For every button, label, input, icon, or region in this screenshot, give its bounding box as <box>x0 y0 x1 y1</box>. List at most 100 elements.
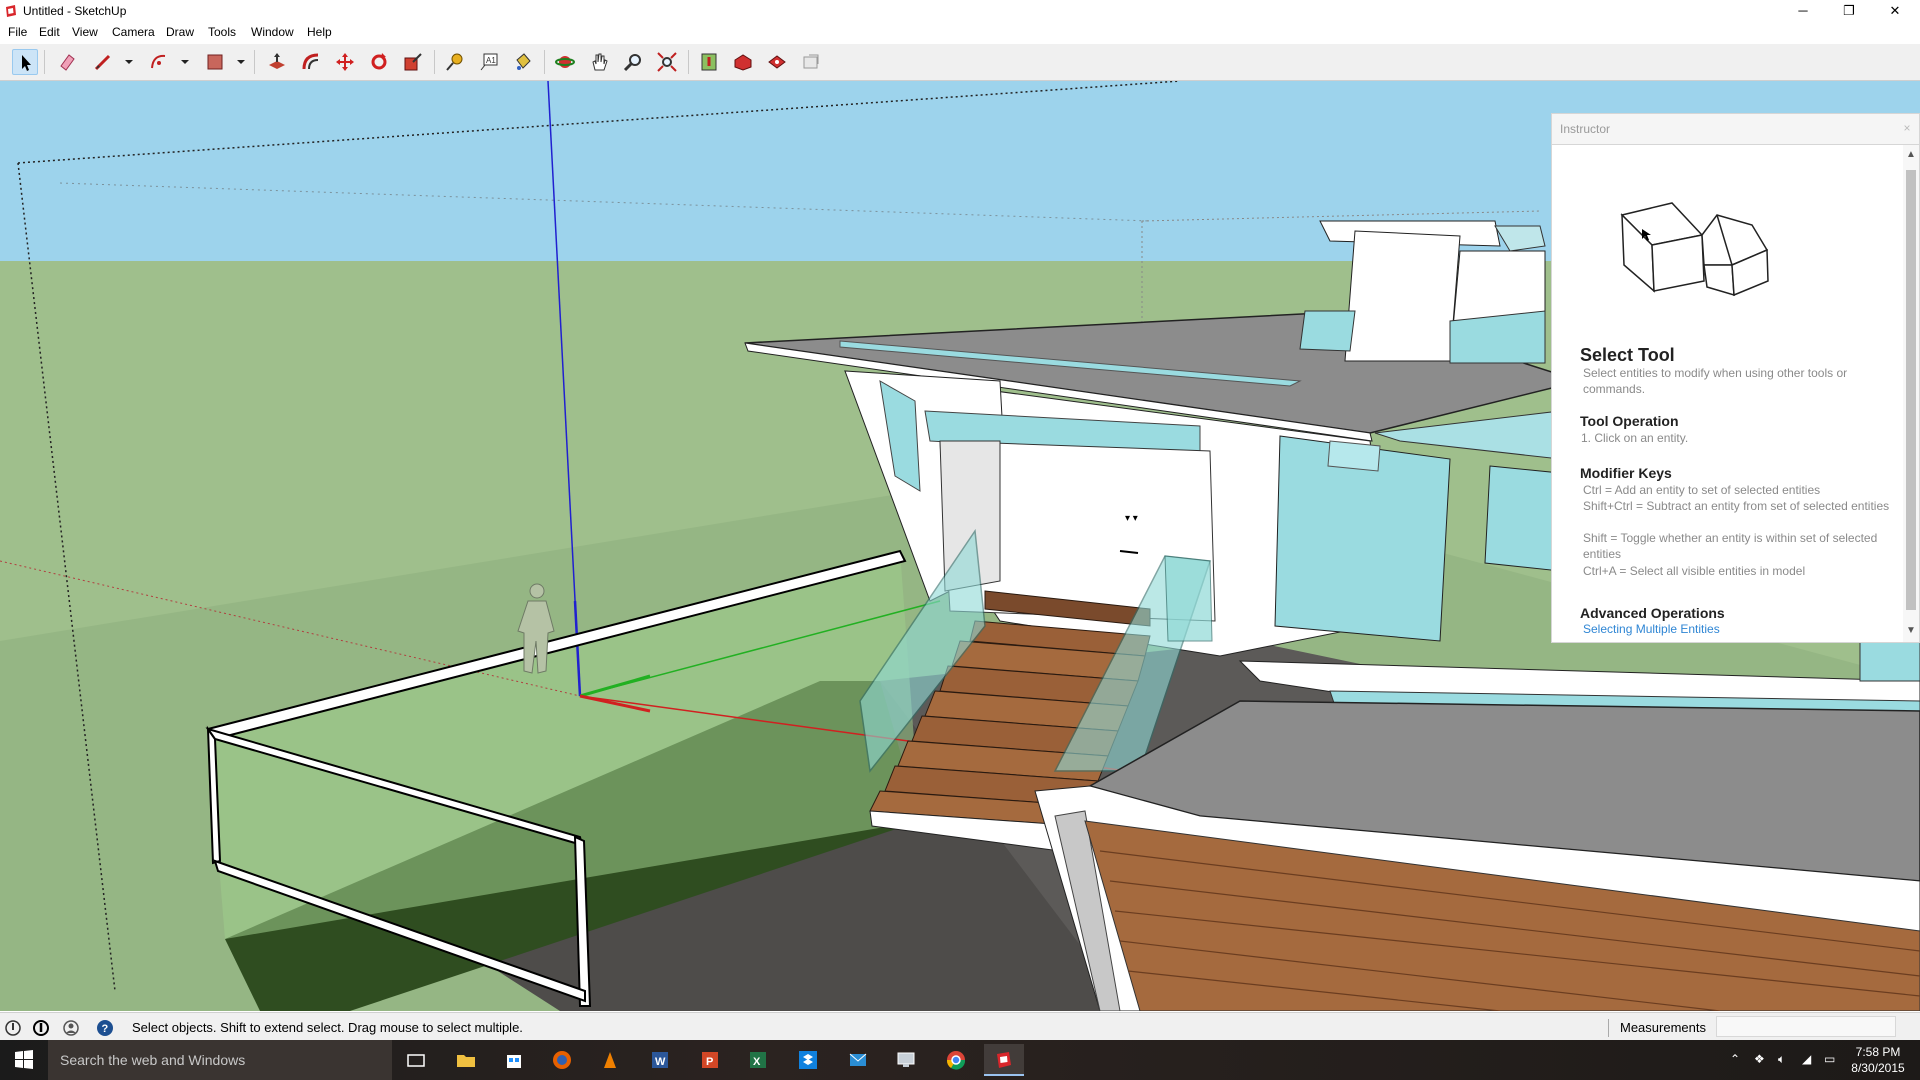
tray-app-icon[interactable]: ❖ <box>1754 1052 1765 1066</box>
scroll-down-arrow-icon[interactable]: ▼ <box>1903 623 1919 639</box>
menu-camera[interactable]: Camera <box>110 25 157 39</box>
arc-tool-button[interactable] <box>146 49 172 75</box>
chrome-icon <box>946 1051 966 1070</box>
extension-warehouse-icon <box>768 55 786 69</box>
paint-bucket-tool-button[interactable] <box>510 49 536 75</box>
toolbar-separator <box>434 50 435 74</box>
taskbar-clock[interactable]: 7:58 PM 8/30/2015 <box>1843 1044 1913 1076</box>
layout-send-button[interactable] <box>798 49 824 75</box>
instructor-heading: Select Tool <box>1580 345 1675 365</box>
menu-view[interactable]: View <box>70 25 100 39</box>
restore-button[interactable]: ❐ <box>1826 0 1872 22</box>
scroll-up-arrow-icon[interactable]: ▲ <box>1903 147 1919 163</box>
3d-warehouse-button[interactable] <box>730 49 756 75</box>
instructor-panel: Instructor × Select Tool Select entities… <box>1551 113 1920 643</box>
scroll-thumb[interactable] <box>1906 170 1916 610</box>
instructor-scrollbar[interactable]: ▲ ▼ <box>1903 145 1919 642</box>
taskbar-mail[interactable] <box>838 1044 878 1076</box>
taskbar-task-view[interactable] <box>396 1044 436 1076</box>
remote-desktop-icon <box>897 1052 915 1067</box>
rotate-tool-button[interactable] <box>366 49 392 75</box>
measurements-input[interactable] <box>1716 1016 1896 1037</box>
scale-tool-button[interactable] <box>400 49 426 75</box>
action-center-icon[interactable]: ▭ <box>1824 1052 1835 1066</box>
menu-draw[interactable]: Draw <box>164 25 196 39</box>
selecting-multiple-entities-link[interactable]: Selecting Multiple Entities <box>1583 622 1720 636</box>
text-tool-button[interactable]: A1 <box>476 49 502 75</box>
paint-bucket-tool-icon <box>516 53 531 70</box>
sketchup-logo-icon <box>6 5 16 17</box>
modifier-keys-heading: Modifier Keys <box>1580 465 1672 481</box>
instructor-title: Instructor <box>1560 122 1611 136</box>
add-location-button[interactable] <box>696 49 722 75</box>
show-hidden-icons-chevron-icon[interactable]: ⌃ <box>1730 1052 1740 1066</box>
modifier-key-item: Shift+Ctrl = Subtract an entity from set… <box>1583 499 1890 513</box>
taskbar-excel[interactable]: X <box>738 1044 778 1076</box>
arc-tool-icon <box>151 54 166 69</box>
extension-warehouse-button[interactable] <box>764 49 790 75</box>
modifier-key-item: Shift = Toggle whether an entity is with… <box>1583 531 1878 561</box>
window-title: Untitled - SketchUp <box>23 4 127 18</box>
tape-measure-tool-icon <box>446 53 463 71</box>
push-pull-tool-button[interactable] <box>264 49 290 75</box>
toolbar-separator <box>44 50 45 74</box>
task-view-icon <box>407 1054 425 1067</box>
svg-text:X: X <box>753 1056 761 1068</box>
line-tool-button[interactable] <box>90 49 116 75</box>
minimize-button[interactable]: ─ <box>1780 0 1826 22</box>
eraser-tool-button[interactable] <box>54 49 80 75</box>
menu-help[interactable]: Help <box>305 25 334 39</box>
menu-window[interactable]: Window <box>249 25 296 39</box>
windows-start-icon[interactable] <box>0 1040 48 1080</box>
pan-tool-button[interactable] <box>586 49 612 75</box>
close-button[interactable]: ✕ <box>1872 0 1918 22</box>
move-tool-button[interactable] <box>332 49 358 75</box>
status-hint: Select objects. Shift to extend select. … <box>132 1020 523 1035</box>
orbit-tool-button[interactable] <box>552 49 578 75</box>
credits-icon[interactable] <box>32 1019 50 1037</box>
toolbar-separator <box>688 50 689 74</box>
taskbar-dropbox[interactable] <box>788 1044 828 1076</box>
taskbar-word[interactable]: W <box>640 1044 680 1076</box>
taskbar-vlc[interactable] <box>590 1044 630 1076</box>
menu-edit[interactable]: Edit <box>37 25 62 39</box>
svg-text:P: P <box>706 1056 713 1068</box>
taskbar-remote-desktop[interactable] <box>886 1044 926 1076</box>
taskbar-powerpoint[interactable]: P <box>690 1044 730 1076</box>
zoom-extents-tool-button[interactable] <box>654 49 680 75</box>
geo-location-icon[interactable] <box>4 1019 22 1037</box>
taskbar-firefox[interactable] <box>542 1044 582 1076</box>
taskbar-file-explorer[interactable] <box>446 1044 486 1076</box>
offset-tool-button[interactable] <box>298 49 324 75</box>
menu-tools[interactable]: Tools <box>206 25 238 39</box>
toolbar-separator <box>544 50 545 74</box>
select-tool-icon <box>22 55 31 71</box>
line-dropdown-chevron-icon[interactable] <box>124 58 134 66</box>
taskbar-chrome[interactable] <box>936 1044 976 1076</box>
menu-file[interactable]: File <box>6 25 29 39</box>
svg-text:A1: A1 <box>486 56 496 65</box>
word-icon: W <box>652 1052 668 1068</box>
close-icon[interactable]: × <box>1899 120 1915 136</box>
toolbar-separator <box>254 50 255 74</box>
user-account-icon[interactable] <box>62 1019 80 1037</box>
rectangle-tool-icon <box>207 54 223 70</box>
taskbar-sketchup[interactable] <box>984 1044 1024 1076</box>
taskbar-search-box[interactable]: Search the web and Windows <box>48 1040 392 1080</box>
tape-measure-tool-button[interactable] <box>442 49 468 75</box>
help-icon[interactable]: ? <box>96 1019 114 1037</box>
modifier-key-item: Ctrl+A = Select all visible entities in … <box>1583 564 1806 578</box>
layout-send-icon <box>803 54 819 69</box>
title-bar: Untitled - SketchUp ─ ❐ ✕ <box>0 0 1920 22</box>
taskbar-store[interactable] <box>494 1044 534 1076</box>
store-icon <box>507 1055 521 1068</box>
powerpoint-icon: P <box>702 1052 718 1068</box>
zoom-tool-button[interactable] <box>620 49 646 75</box>
rectangle-tool-button[interactable] <box>202 49 228 75</box>
instructor-header[interactable]: Instructor × <box>1552 114 1919 145</box>
volume-icon[interactable]: 🔈︎ <box>1778 1052 1785 1067</box>
select-tool-button[interactable] <box>12 49 38 75</box>
rectangle-dropdown-chevron-icon[interactable] <box>236 58 246 66</box>
arc-dropdown-chevron-icon[interactable] <box>180 58 190 66</box>
network-icon[interactable]: ◢ <box>1802 1052 1811 1066</box>
